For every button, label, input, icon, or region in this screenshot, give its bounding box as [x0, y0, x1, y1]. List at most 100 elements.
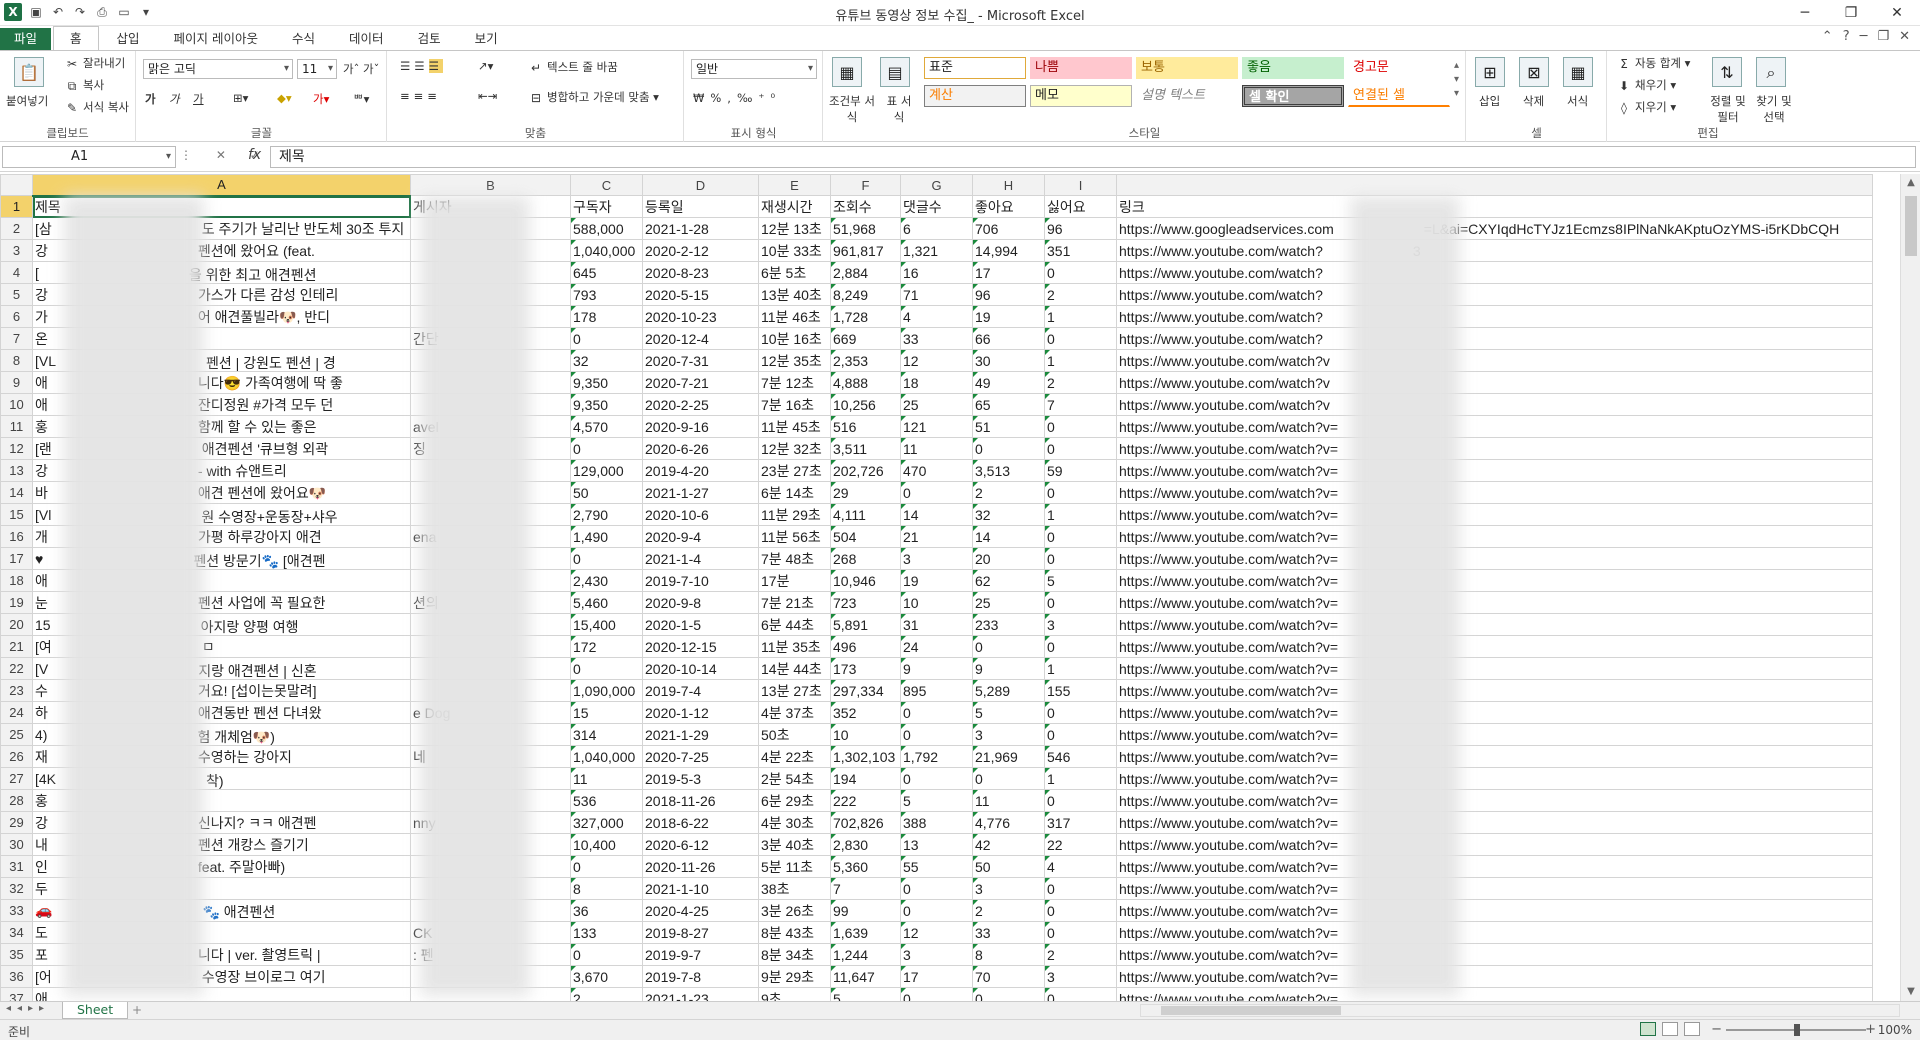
cell-c[interactable]: 133	[570, 921, 643, 944]
cell-f[interactable]: 4,111	[830, 503, 901, 526]
cell-e[interactable]: 9분 29초	[758, 965, 831, 988]
cell-j[interactable]: https://www.youtube.com/watch?v=	[1116, 657, 1873, 680]
column-header-f[interactable]: F	[830, 174, 901, 196]
cell-g[interactable]: 388	[900, 811, 973, 834]
cell-j[interactable]: https://www.youtube.com/watch?v=	[1116, 503, 1873, 526]
cell-h[interactable]: 49	[972, 371, 1045, 394]
cell-g[interactable]: 14	[900, 503, 973, 526]
cell-g[interactable]: 31	[900, 613, 973, 636]
cell-g[interactable]: 0	[900, 767, 973, 790]
cell-j[interactable]: https://www.youtube.com/watch?v=	[1116, 481, 1873, 504]
cell-i[interactable]: 0	[1044, 899, 1117, 922]
cell-c[interactable]: 327,000	[570, 811, 643, 834]
vertical-align-icons[interactable]: ☰☰☰	[400, 59, 443, 73]
sheet-nav-icons[interactable]: ◂◂▸▸	[6, 1003, 50, 1014]
cell-g[interactable]: 5	[900, 789, 973, 812]
row-header[interactable]: 6	[0, 305, 33, 328]
cell-d[interactable]: 2020-7-21	[642, 371, 759, 394]
cell-e[interactable]: 23분 27초	[758, 459, 831, 482]
row-header[interactable]: 4	[0, 261, 33, 284]
cell-g[interactable]: 895	[900, 679, 973, 702]
vertical-scroll-thumb[interactable]	[1905, 196, 1917, 256]
sheet-tab[interactable]: Sheet	[62, 1002, 129, 1019]
cell-c[interactable]: 1,490	[570, 525, 643, 548]
insert-cells-button[interactable]: 삽입	[1479, 93, 1500, 109]
cell-d[interactable]: 2020-8-23	[642, 261, 759, 284]
cell-d[interactable]: 2019-4-20	[642, 459, 759, 482]
style-good[interactable]: 좋음	[1242, 57, 1344, 79]
cell-d[interactable]: 2018-11-26	[642, 789, 759, 812]
cell-g[interactable]: 11	[900, 437, 973, 460]
cell-d[interactable]: 2020-6-26	[642, 437, 759, 460]
row-header[interactable]: 1	[0, 195, 33, 218]
sort-filter-icon[interactable]: ⇅	[1712, 57, 1742, 87]
row-header[interactable]: 27	[0, 767, 33, 790]
cell-c[interactable]: 2,430	[570, 569, 643, 592]
cell-f[interactable]: 173	[830, 657, 901, 680]
row-header[interactable]: 16	[0, 525, 33, 548]
cell-c[interactable]: 0	[570, 657, 643, 680]
cell-f[interactable]: 8,249	[830, 283, 901, 306]
cell-h[interactable]: 0	[972, 767, 1045, 790]
horizontal-scroll-thumb[interactable]	[1161, 1006, 1341, 1015]
cell-g[interactable]: 6	[900, 217, 973, 240]
cell-c[interactable]: 172	[570, 635, 643, 658]
cell-c[interactable]: 0	[570, 327, 643, 350]
cell-e[interactable]: 8분 43초	[758, 921, 831, 944]
conditional-format-button[interactable]: 조건부 서식	[828, 93, 876, 125]
cell-j[interactable]: https://www.youtube.com/watch?v=	[1116, 437, 1873, 460]
cell-j[interactable]: https://www.googleadservices.com =L&ai=CX…	[1116, 217, 1873, 240]
cell-f[interactable]: 11,647	[830, 965, 901, 988]
cell-d[interactable]: 2020-9-8	[642, 591, 759, 614]
style-note[interactable]: 메모	[1030, 85, 1132, 107]
cell-f[interactable]: 222	[830, 789, 901, 812]
cell-e[interactable]: 10분 16초	[758, 327, 831, 350]
cell-c[interactable]: 15	[570, 701, 643, 724]
row-header[interactable]: 28	[0, 789, 33, 812]
cell-f[interactable]: 504	[830, 525, 901, 548]
fill-color-icon[interactable]: ◆▾	[277, 91, 292, 105]
cell-j[interactable]: https://www.youtube.com/watch?v	[1116, 349, 1873, 372]
format-painter-button[interactable]: ✎ 서식 복사	[64, 99, 129, 116]
tab-formulas[interactable]: 수식	[276, 28, 331, 50]
cell-g[interactable]: 16	[900, 261, 973, 284]
cell-f[interactable]: 99	[830, 899, 901, 922]
cell-i[interactable]: 0	[1044, 987, 1117, 1001]
cell-f[interactable]: 516	[830, 415, 901, 438]
cell-c[interactable]: 10,400	[570, 833, 643, 856]
column-header-c[interactable]: C	[570, 174, 643, 196]
cell-c[interactable]: 178	[570, 305, 643, 328]
cell-g[interactable]: 0	[900, 701, 973, 724]
cell-h[interactable]: 65	[972, 393, 1045, 416]
cell-h[interactable]: 50	[972, 855, 1045, 878]
cell-e[interactable]: 8분 34초	[758, 943, 831, 966]
cell-f[interactable]: 702,826	[830, 811, 901, 834]
cell-j[interactable]: https://www.youtube.com/watch?v=	[1116, 855, 1873, 878]
cell-e[interactable]: 13분 40초	[758, 283, 831, 306]
fill-button[interactable]: ⬇ 채우기 ▾	[1616, 77, 1676, 94]
cell-j[interactable]: https://www.youtube.com/watch?v=	[1116, 811, 1873, 834]
cell-h[interactable]: 5	[972, 701, 1045, 724]
cell-j[interactable]: https://www.youtube.com/watch?v=	[1116, 635, 1873, 658]
cell-e[interactable]: 5분 11초	[758, 855, 831, 878]
cell-e[interactable]: 3분 26초	[758, 899, 831, 922]
cell-j[interactable]: https://www.youtube.com/watch?v=	[1116, 591, 1873, 614]
cell-i[interactable]: 1	[1044, 503, 1117, 526]
style-warning[interactable]: 경고문	[1348, 57, 1450, 79]
ribbon-collapse-icon[interactable]: ⌃	[1822, 29, 1833, 44]
cell-c[interactable]: 8	[570, 877, 643, 900]
cell-h[interactable]: 3	[972, 877, 1045, 900]
cell-j[interactable]: https://www.youtube.com/watch?v=	[1116, 789, 1873, 812]
cell-c[interactable]: 3,670	[570, 965, 643, 988]
cell-d[interactable]: 2019-7-10	[642, 569, 759, 592]
cell-f[interactable]: 669	[830, 327, 901, 350]
cell-i[interactable]: 1	[1044, 349, 1117, 372]
cell-d[interactable]: 2020-2-12	[642, 239, 759, 262]
cell-e[interactable]: 4분 30초	[758, 811, 831, 834]
style-explanatory[interactable]: 설명 텍스트	[1136, 85, 1238, 107]
cell-j[interactable]: https://www.youtube.com/watch?	[1116, 305, 1873, 328]
styles-scroll-icon[interactable]: ▴ ▾ ▾	[1454, 59, 1459, 101]
row-header[interactable]: 11	[0, 415, 33, 438]
cell-c[interactable]: 1,040,000	[570, 745, 643, 768]
cell-c[interactable]: 2	[570, 987, 643, 1001]
